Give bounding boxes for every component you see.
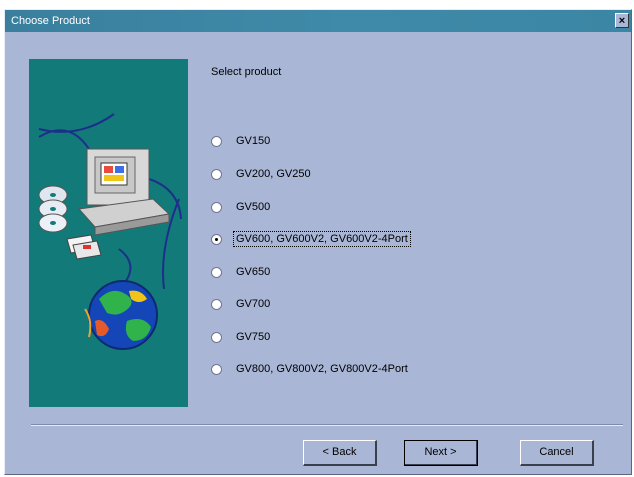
option-label: GV200, GV250 bbox=[236, 168, 311, 180]
title-bar[interactable]: Choose Product × bbox=[5, 10, 631, 32]
radio-button[interactable] bbox=[211, 266, 222, 278]
close-button[interactable]: × bbox=[615, 13, 629, 28]
radio-button[interactable] bbox=[211, 168, 222, 180]
back-button-label: < Back bbox=[322, 446, 357, 458]
radio-option-gv500[interactable]: GV500 bbox=[211, 198, 272, 216]
select-product-label: Select product bbox=[211, 66, 282, 78]
option-label: GV700 bbox=[236, 298, 271, 310]
radio-button-selected[interactable] bbox=[211, 233, 222, 245]
radio-option-gv650[interactable]: GV650 bbox=[211, 263, 272, 281]
illustration-graphic bbox=[38, 113, 182, 350]
cancel-button[interactable]: Cancel bbox=[520, 440, 594, 466]
cancel-button-label: Cancel bbox=[539, 446, 574, 458]
choose-product-dialog: Choose Product × Select product GV150 GV… bbox=[4, 9, 632, 475]
option-label: GV650 bbox=[236, 266, 271, 278]
radio-option-gv700[interactable]: GV700 bbox=[211, 295, 272, 313]
option-label: GV800, GV800V2, GV800V2-4Port bbox=[236, 363, 408, 375]
separator bbox=[31, 424, 623, 426]
radio-button[interactable] bbox=[211, 135, 222, 147]
radio-option-gv150[interactable]: GV150 bbox=[211, 132, 272, 150]
radio-button[interactable] bbox=[211, 331, 222, 343]
radio-option-gv200-gv250[interactable]: GV200, GV250 bbox=[211, 165, 313, 183]
radio-option-gv800[interactable]: GV800, GV800V2, GV800V2-4Port bbox=[211, 360, 410, 378]
back-button[interactable]: < Back bbox=[303, 440, 377, 466]
computer-cd-globe-illustration bbox=[29, 59, 188, 407]
radio-option-gv750[interactable]: GV750 bbox=[211, 328, 272, 346]
radio-button[interactable] bbox=[211, 201, 222, 213]
next-button-label: Next > bbox=[424, 446, 457, 458]
option-label: GV750 bbox=[236, 331, 271, 343]
next-button[interactable]: Next > bbox=[404, 440, 478, 466]
window-title: Choose Product bbox=[11, 15, 90, 27]
option-label: GV500 bbox=[236, 201, 271, 213]
close-icon: × bbox=[618, 15, 626, 27]
option-label: GV150 bbox=[236, 135, 271, 147]
option-label: GV600, GV600V2, GV600V2-4Port bbox=[233, 231, 411, 247]
radio-button[interactable] bbox=[211, 363, 222, 375]
radio-button[interactable] bbox=[211, 298, 222, 310]
radio-option-gv600[interactable]: GV600, GV600V2, GV600V2-4Port bbox=[211, 230, 411, 248]
